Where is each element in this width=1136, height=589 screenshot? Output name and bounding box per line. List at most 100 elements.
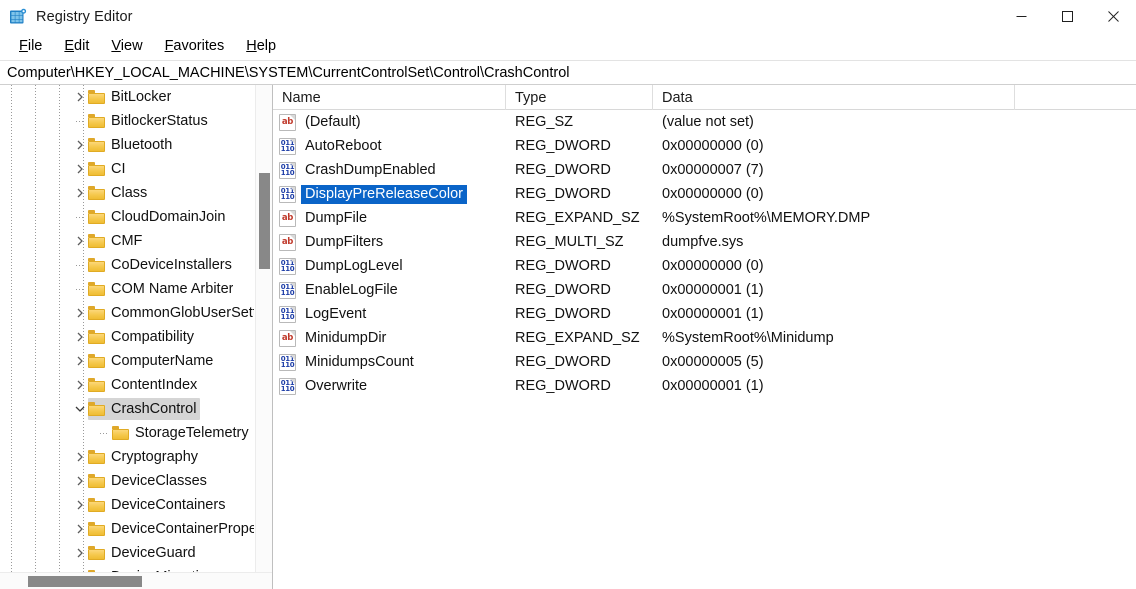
registry-value-row[interactable]: 011110DisplayPreReleaseColorREG_DWORD0x0… (273, 182, 1136, 206)
value-type-cell: REG_EXPAND_SZ (506, 210, 653, 226)
folder-icon (88, 474, 105, 488)
chevron-right-icon[interactable] (72, 157, 88, 181)
registry-value-row[interactable]: 011110CrashDumpEnabledREG_DWORD0x0000000… (273, 158, 1136, 182)
chevron-right-icon[interactable] (72, 133, 88, 157)
value-name-cell[interactable]: 011110DumpLogLevel (273, 257, 506, 276)
chevron-right-icon[interactable] (72, 325, 88, 349)
value-name-label: DisplayPreReleaseColor (301, 185, 467, 204)
tree-item-com-name-arbiter[interactable]: COM Name Arbiter (0, 277, 254, 301)
minimize-button[interactable] (998, 0, 1044, 33)
tree-item-deviceguard[interactable]: DeviceGuard (0, 541, 254, 565)
chevron-right-icon[interactable] (72, 541, 88, 565)
tree-item-class[interactable]: Class (0, 181, 254, 205)
value-name-cell[interactable]: abMinidumpDir (273, 329, 506, 348)
chevron-right-icon[interactable] (72, 85, 88, 109)
menu-item-view[interactable]: View (100, 35, 153, 58)
tree-item-bitlocker[interactable]: BitLocker (0, 85, 254, 109)
tree-item-computername[interactable]: ComputerName (0, 349, 254, 373)
chevron-right-icon[interactable] (72, 493, 88, 517)
close-button[interactable] (1090, 0, 1136, 33)
tree-item-codeviceinstallers[interactable]: CoDeviceInstallers (0, 253, 254, 277)
tree-item-contentindex[interactable]: ContentIndex (0, 373, 254, 397)
registry-value-row[interactable]: abMinidumpDirREG_EXPAND_SZ%SystemRoot%\M… (273, 326, 1136, 350)
menu-item-edit[interactable]: Edit (53, 35, 100, 58)
registry-value-row[interactable]: abDumpFiltersREG_MULTI_SZdumpfve.sys (273, 230, 1136, 254)
tree-item-storagetelemetry[interactable]: StorageTelemetry (0, 421, 254, 445)
dword-value-icon: 011110 (279, 378, 296, 395)
folder-icon (88, 378, 105, 392)
registry-value-row[interactable]: 011110AutoRebootREG_DWORD0x00000000 (0) (273, 134, 1136, 158)
tree-item-deviceclasses[interactable]: DeviceClasses (0, 469, 254, 493)
column-header-label: Data (662, 90, 693, 106)
column-header-data[interactable]: Data (653, 85, 1015, 110)
column-header-type[interactable]: Type (506, 85, 653, 110)
tree-spacer (72, 277, 88, 301)
chevron-right-icon[interactable] (72, 229, 88, 253)
tree-item-ci[interactable]: CI (0, 157, 254, 181)
registry-value-row[interactable]: ab(Default)REG_SZ(value not set) (273, 110, 1136, 134)
registry-value-row[interactable]: 011110LogEventREG_DWORD0x00000001 (1) (273, 302, 1136, 326)
value-data-cell: dumpfve.sys (653, 234, 1015, 250)
chevron-down-icon[interactable] (72, 397, 88, 421)
tree-vertical-scrollbar[interactable] (255, 85, 272, 572)
chevron-right-icon[interactable] (72, 373, 88, 397)
registry-value-row[interactable]: 011110DumpLogLevelREG_DWORD0x00000000 (0… (273, 254, 1136, 278)
chevron-right-icon[interactable] (72, 301, 88, 325)
chevron-right-icon[interactable] (72, 565, 88, 572)
value-type-cell: REG_MULTI_SZ (506, 234, 653, 250)
value-name-cell[interactable]: 011110EnableLogFile (273, 281, 506, 300)
menu-item-favorites[interactable]: Favorites (154, 35, 236, 58)
menu-bar: FileEditViewFavoritesHelp (0, 33, 1136, 60)
registry-value-row[interactable]: 011110MinidumpsCountREG_DWORD0x00000005 … (273, 350, 1136, 374)
tree-item-bluetooth[interactable]: Bluetooth (0, 133, 254, 157)
value-name-cell[interactable]: abDumpFilters (273, 233, 506, 252)
value-name-cell[interactable]: 011110DisplayPreReleaseColor (273, 185, 506, 204)
registry-value-row[interactable]: 011110EnableLogFileREG_DWORD0x00000001 (… (273, 278, 1136, 302)
registry-value-row[interactable]: 011110OverwriteREG_DWORD0x00000001 (1) (273, 374, 1136, 398)
tree-item-bitlockerstatus[interactable]: BitlockerStatus (0, 109, 254, 133)
tree-item-label: StorageTelemetry (135, 421, 249, 445)
tree-horizontal-scroll-thumb[interactable] (28, 576, 142, 587)
tree-vertical-scroll-thumb[interactable] (259, 173, 270, 269)
value-name-cell[interactable]: 011110Overwrite (273, 377, 506, 396)
chevron-right-icon[interactable] (72, 349, 88, 373)
maximize-button[interactable] (1044, 0, 1090, 33)
value-name-cell[interactable]: 011110LogEvent (273, 305, 506, 324)
tree-item-clouddomainjoin[interactable]: CloudDomainJoin (0, 205, 254, 229)
tree-item-label: ContentIndex (111, 373, 197, 397)
tree-item-compatibility[interactable]: Compatibility (0, 325, 254, 349)
tree-item-crashcontrol[interactable]: CrashControl (0, 397, 254, 421)
column-header-label: Name (282, 90, 321, 106)
tree-item-commonglobusersettings[interactable]: CommonGlobUserSettings (0, 301, 254, 325)
tree-horizontal-scrollbar[interactable] (0, 572, 272, 589)
chevron-right-icon[interactable] (72, 181, 88, 205)
address-bar[interactable]: Computer\HKEY_LOCAL_MACHINE\SYSTEM\Curre… (0, 60, 1136, 85)
tree-item-cmf[interactable]: CMF (0, 229, 254, 253)
menu-item-file[interactable]: File (8, 35, 53, 58)
column-header-name[interactable]: Name (273, 85, 506, 110)
value-name-cell[interactable]: 011110AutoReboot (273, 137, 506, 156)
folder-icon (88, 114, 105, 128)
value-type-cell: REG_DWORD (506, 378, 653, 394)
tree-item-devicecontainers[interactable]: DeviceContainers (0, 493, 254, 517)
value-name-label: DumpFilters (301, 233, 387, 252)
chevron-right-icon[interactable] (72, 469, 88, 493)
tree-item-label: CrashControl (111, 397, 196, 421)
value-name-cell[interactable]: ab(Default) (273, 113, 506, 132)
value-name-cell[interactable]: 011110CrashDumpEnabled (273, 161, 506, 180)
folder-icon (112, 426, 129, 440)
chevron-right-icon[interactable] (72, 445, 88, 469)
value-name-cell[interactable]: abDumpFile (273, 209, 506, 228)
menu-item-help[interactable]: Help (235, 35, 287, 58)
tree-spacer (72, 109, 88, 133)
value-data-cell: 0x00000000 (0) (653, 138, 1015, 154)
tree-item-devicemigration[interactable]: DeviceMigration (0, 565, 254, 572)
tree-item-devicecontainerpropertyupdateevents[interactable]: DeviceContainerPropertyUpdateEvents (0, 517, 254, 541)
tree-item-cryptography[interactable]: Cryptography (0, 445, 254, 469)
string-value-icon: ab (279, 114, 296, 131)
value-name-cell[interactable]: 011110MinidumpsCount (273, 353, 506, 372)
folder-icon (88, 282, 105, 296)
chevron-right-icon[interactable] (72, 517, 88, 541)
folder-icon (88, 258, 105, 272)
registry-value-row[interactable]: abDumpFileREG_EXPAND_SZ%SystemRoot%\MEMO… (273, 206, 1136, 230)
